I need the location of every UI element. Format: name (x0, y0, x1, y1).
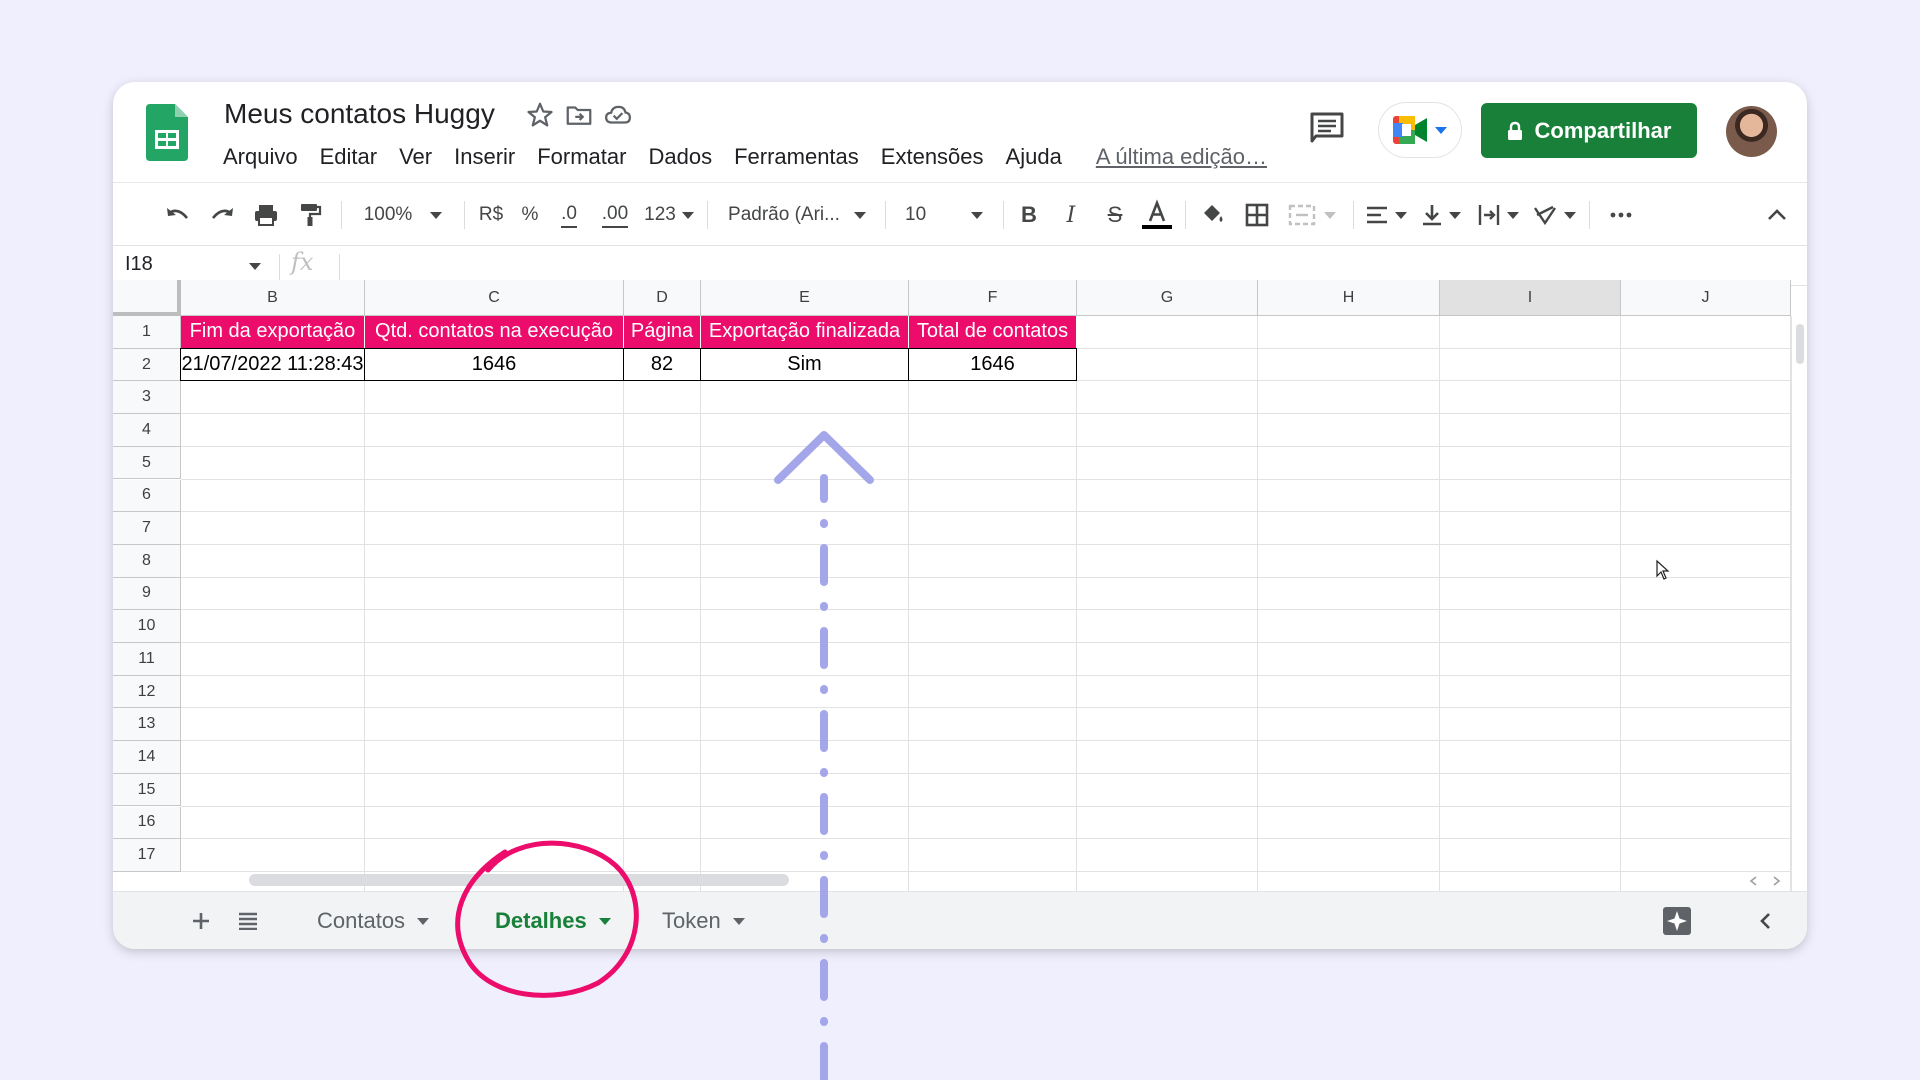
row-header-12[interactable]: 12 (113, 675, 181, 709)
row-header-8[interactable]: 8 (113, 544, 181, 578)
row-header-3[interactable]: 3 (113, 381, 181, 415)
chevron-down-icon (732, 917, 745, 925)
row-header-17[interactable]: 17 (113, 839, 181, 872)
sheet-tab-label: Token (662, 908, 721, 933)
column-gridline (623, 316, 624, 949)
chevron-down-icon (598, 917, 611, 925)
scroll-right-icon[interactable] (1773, 876, 1781, 886)
vertical-scrollbar[interactable] (1791, 316, 1807, 949)
side-panel-toggle[interactable] (1743, 892, 1787, 949)
scroll-left-icon[interactable] (1749, 876, 1757, 886)
row-header-14[interactable]: 14 (113, 741, 181, 774)
sheet-tab-token[interactable]: Token (638, 892, 769, 949)
row-header-4[interactable]: 4 (113, 414, 181, 447)
row-header-2[interactable]: 2 (113, 348, 181, 382)
row-gridline (181, 707, 1795, 709)
row-gridline (181, 805, 1795, 807)
sheet-tabs-bar: Contatos Detalhes Token (113, 891, 1807, 949)
vertical-scroll-thumb[interactable] (1796, 324, 1804, 364)
column-gridline (1076, 316, 1077, 949)
row-gridline (181, 478, 1795, 480)
header-cell-e1[interactable]: Exportação finalizada (701, 316, 909, 348)
sheet-tab-detalhes[interactable]: Detalhes (471, 892, 635, 949)
row-gridline (181, 445, 1795, 447)
data-cell-e2[interactable]: Sim (700, 347, 909, 382)
column-gridline (908, 316, 909, 949)
row-gridline (181, 674, 1795, 676)
column-gridline (1257, 316, 1258, 949)
row-header-11[interactable]: 11 (113, 643, 181, 676)
column-header-g[interactable]: G (1077, 280, 1258, 316)
column-header-j[interactable]: J (1621, 280, 1791, 316)
sheets-window: Meus contatos Huggy Arquivo Editar Ver I… (113, 82, 1807, 949)
row-header-15[interactable]: 15 (113, 773, 181, 807)
column-gridline (1620, 316, 1621, 949)
data-cell-c2[interactable]: 1646 (364, 347, 624, 382)
row-gridline (181, 772, 1795, 774)
row-gridline (181, 870, 1795, 872)
select-all-corner[interactable] (113, 280, 181, 316)
row-header-16[interactable]: 16 (113, 806, 181, 840)
column-header-c[interactable]: C (365, 280, 624, 316)
row-gridline (181, 609, 1795, 611)
data-cell-b2[interactable]: 21/07/2022 11:28:43 (180, 347, 365, 382)
explore-icon (1663, 907, 1691, 935)
horizontal-scroll-thumb[interactable] (249, 874, 789, 886)
row-header-10[interactable]: 10 (113, 610, 181, 643)
spreadsheet-grid[interactable]: B C D E F G H I J 1 2 3 4 5 6 7 8 9 10 11 12 13 14 15 16 17 Fim da… (113, 82, 1807, 949)
column-header-h[interactable]: H (1258, 280, 1440, 316)
row-header-6[interactable]: 6 (113, 479, 181, 513)
header-cell-f1[interactable]: Total de contatos (909, 316, 1077, 348)
chevron-left-icon (1760, 913, 1770, 929)
row-gridline (181, 740, 1795, 742)
row-gridline (181, 413, 1795, 415)
explore-button[interactable] (1655, 892, 1699, 949)
row-gridline (181, 576, 1795, 578)
sheet-tab-label: Contatos (317, 908, 406, 933)
header-cell-d1[interactable]: Página (624, 316, 701, 348)
add-sheet-button[interactable] (179, 892, 223, 949)
data-cell-d2[interactable]: 82 (623, 347, 701, 382)
column-gridline (700, 316, 701, 949)
row-header-9[interactable]: 9 (113, 577, 181, 611)
column-header-i[interactable]: I (1440, 280, 1621, 316)
plus-icon (193, 913, 209, 929)
column-header-f[interactable]: F (909, 280, 1077, 316)
column-header-e[interactable]: E (701, 280, 909, 316)
row-gridline (181, 838, 1795, 840)
row-header-7[interactable]: 7 (113, 512, 181, 545)
data-cell-f2[interactable]: 1646 (908, 347, 1077, 382)
row-header-5[interactable]: 5 (113, 446, 181, 480)
chevron-down-icon (417, 917, 430, 925)
row-gridline (181, 543, 1795, 545)
row-header-1[interactable]: 1 (113, 316, 181, 349)
header-cell-b1[interactable]: Fim da exportação (181, 316, 365, 348)
header-cell-c1[interactable]: Qtd. contatos na execução (365, 316, 624, 348)
column-gridline (364, 316, 365, 949)
list-icon (239, 912, 257, 930)
row-gridline (181, 642, 1795, 643)
column-gridline (1439, 316, 1440, 949)
row-header-13[interactable]: 13 (113, 708, 181, 742)
row-gridline (181, 511, 1795, 513)
sheet-tab-contatos[interactable]: Contatos (293, 892, 453, 949)
sheet-tab-label: Detalhes (495, 908, 587, 933)
column-header-b[interactable]: B (181, 280, 365, 316)
all-sheets-button[interactable] (226, 892, 270, 949)
column-header-d[interactable]: D (624, 280, 701, 316)
